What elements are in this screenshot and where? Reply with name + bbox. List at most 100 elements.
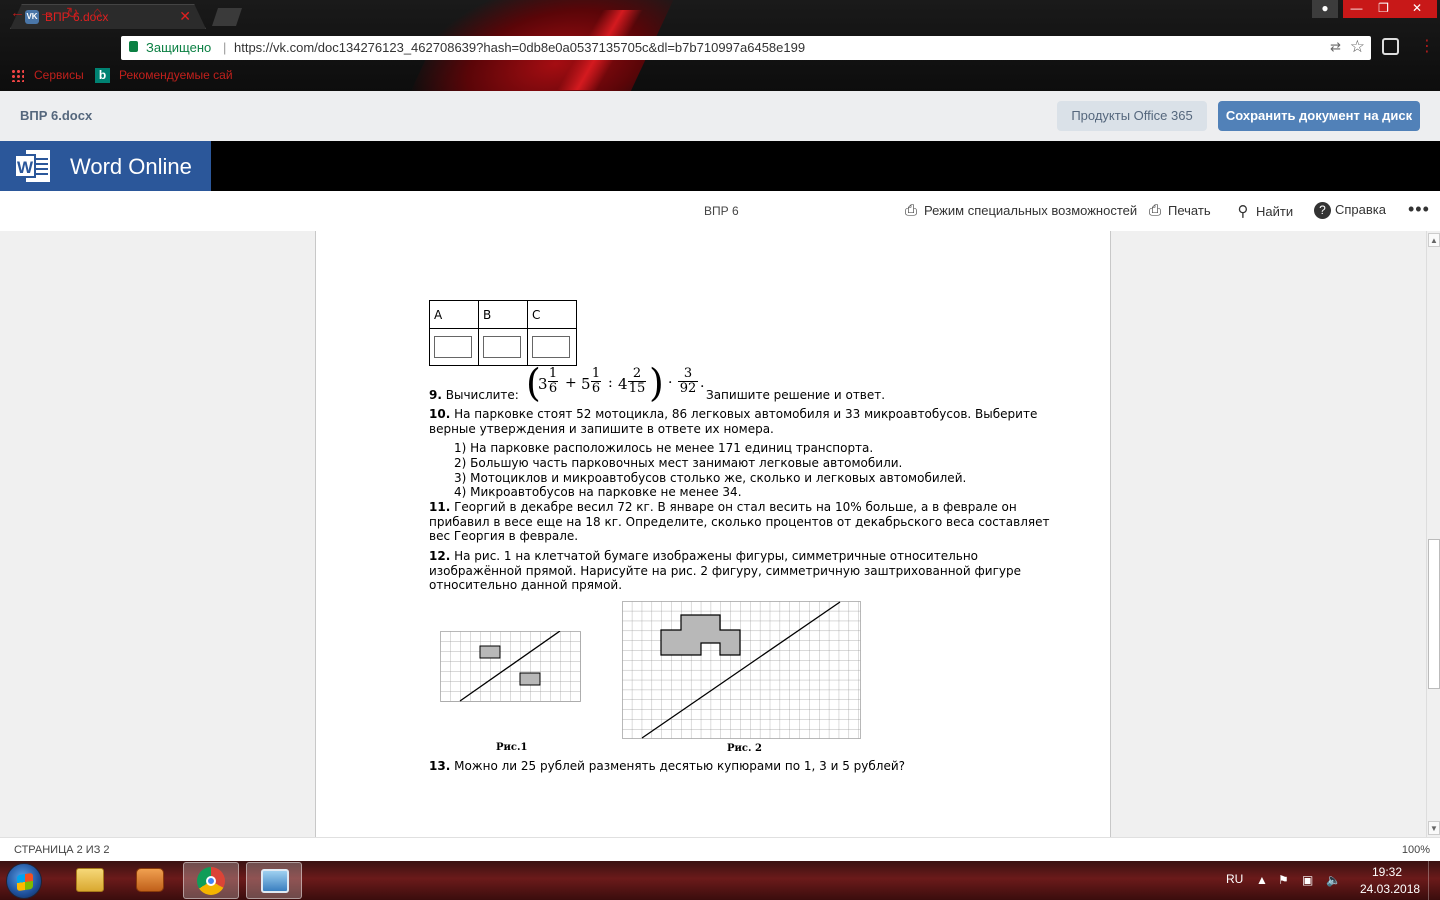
formula-fraction: 16	[591, 366, 601, 396]
app-name: Word Online	[70, 154, 192, 179]
home-icon[interactable]: ⌂	[93, 4, 102, 21]
printer-icon: ⎙	[1148, 202, 1161, 219]
bookmark-star-icon[interactable]: ☆	[1350, 37, 1365, 57]
question-number: 13.	[429, 759, 451, 773]
q10-option: 1) На парковке расположилось не менее 17…	[454, 441, 874, 455]
help-label: Справка	[1335, 202, 1386, 217]
formula-operator: ·	[668, 375, 673, 391]
security-label: Защищено	[146, 40, 212, 55]
bookmarks-bar: Сервисы b Рекомендуемые сай	[0, 64, 1440, 88]
question-number: 9.	[429, 388, 442, 402]
new-tab-button[interactable]	[212, 8, 242, 26]
vk-doc-header: ВПР 6.docx Продукты Office 365 Сохранить…	[0, 91, 1440, 141]
table-header-a: А	[429, 300, 479, 329]
apps-grid-icon[interactable]	[11, 69, 24, 82]
bookmark-recommended[interactable]: Рекомендуемые сай	[119, 68, 233, 82]
print-button[interactable]: ⎙ Печать	[1146, 202, 1211, 219]
formula-fraction: 2 15	[628, 366, 646, 396]
doc-name: ВПР 6.docx	[20, 108, 93, 123]
q11-line2: прибавил в весе еще на 18 кг. Определите…	[429, 515, 1050, 529]
reload-icon[interactable]: ↻	[66, 4, 79, 22]
find-button[interactable]: ⚲ Найти	[1234, 202, 1294, 220]
figure-1-shape-b	[519, 672, 541, 686]
office-365-button[interactable]: Продукты Office 365	[1057, 101, 1207, 131]
network-icon[interactable]: ▣	[1302, 873, 1313, 887]
bing-icon: b	[95, 68, 110, 83]
clock-time[interactable]: 19:32	[1372, 865, 1402, 879]
more-options-icon[interactable]: •••	[1408, 199, 1430, 220]
q11-line1: Георгий в декабре весил 72 кг. В январе …	[454, 500, 1017, 514]
action-center-icon[interactable]: ⚑	[1278, 873, 1289, 887]
show-desktop-button[interactable]	[1428, 861, 1440, 900]
table-header-b: В	[478, 300, 528, 329]
close-icon[interactable]: ✕	[1397, 0, 1437, 18]
language-indicator[interactable]: RU	[1226, 872, 1243, 886]
q11-line3: вес Георгия в феврале.	[429, 529, 579, 543]
tray-expand-icon[interactable]: ▲	[1256, 873, 1268, 887]
question-number: 12.	[429, 549, 451, 563]
formula-whole: 5	[581, 375, 591, 393]
user-icon[interactable]: ●	[1312, 0, 1338, 18]
figure-2-grid	[622, 601, 861, 739]
question-13: 13. Можно ли 25 рублей разменять десятью…	[429, 759, 1054, 774]
browser-chrome: VK ВПР 6.docx ✕ ● — ❐ ✕ ← → ↻ ⌂ Защищено…	[0, 0, 1440, 91]
scroll-up-icon[interactable]: ▲	[1428, 233, 1440, 247]
scroll-down-icon[interactable]: ▼	[1428, 821, 1440, 835]
translate-icon[interactable]: ⇄	[1330, 39, 1341, 55]
document-canvas: А В С 9. Вычислите: ( 3 16 + 5 16 : 4 21…	[0, 231, 1426, 837]
forward-icon[interactable]: →	[39, 4, 54, 21]
q9-suffix: Запишите решение и ответ.	[706, 388, 886, 402]
help-button[interactable]: ? Справка	[1314, 202, 1386, 219]
figure-2-caption: Рис. 2	[727, 743, 762, 754]
q12-line3: относительно данной прямой.	[429, 578, 623, 592]
document-title: ВПР 6	[704, 204, 739, 218]
tab-close-icon[interactable]: ✕	[179, 8, 191, 25]
document-scrollbar[interactable]: ▲ ▼	[1426, 231, 1440, 837]
word-brand[interactable]: W Word Online	[0, 141, 211, 191]
start-button[interactable]	[6, 863, 42, 899]
status-bar: СТРАНИЦА 2 ИЗ 2 100%	[0, 837, 1440, 861]
formula-operator: +	[565, 375, 577, 391]
q12-line2: изображённой прямой. Нарисуйте на рис. 2…	[429, 564, 1021, 578]
question-12: 12. На рис. 1 на клетчатой бумаге изобра…	[429, 549, 1054, 564]
formula-fraction: 16	[548, 366, 558, 396]
question-10: 10. На парковке стоят 52 мотоцикла, 86 л…	[429, 407, 1054, 422]
chrome-icon[interactable]	[183, 862, 239, 899]
accessibility-mode-button[interactable]: ⎙ Режим специальных возможностей	[902, 202, 1137, 219]
image-viewer-icon[interactable]	[246, 862, 302, 899]
media-player-icon[interactable]	[122, 862, 178, 899]
zoom-level[interactable]: 100%	[1402, 844, 1430, 856]
bookmark-services[interactable]: Сервисы	[34, 68, 84, 82]
q10-option: 3) Мотоциклов и микроавтобусов столько ж…	[454, 471, 967, 485]
volume-icon[interactable]: 🔈	[1326, 873, 1341, 887]
clock-date[interactable]: 24.03.2018	[1360, 882, 1420, 896]
paren-close: )	[649, 361, 664, 405]
vk-favicon-icon: VK	[25, 10, 39, 24]
q10-option: 2) Большую часть парковочных мест занима…	[454, 456, 903, 470]
figure-1-shape-a	[479, 645, 501, 659]
answer-box	[483, 336, 521, 358]
help-icon: ?	[1314, 202, 1331, 219]
q12-line1: На рис. 1 на клетчатой бумаге изображены…	[454, 549, 979, 563]
restore-icon[interactable]: ❐	[1370, 0, 1397, 18]
url-text[interactable]: https://vk.com/doc134276123_462708639?ha…	[234, 40, 805, 55]
save-to-disk-button[interactable]: Сохранить документ на диск	[1218, 101, 1420, 131]
formula-whole: 3	[538, 375, 548, 393]
formula-fraction: 3 92	[678, 366, 698, 396]
address-bar[interactable]: Защищено | https://vk.com/doc134276123_4…	[121, 36, 1371, 60]
minimize-icon[interactable]: —	[1343, 0, 1370, 18]
scroll-thumb[interactable]	[1428, 539, 1440, 689]
accessibility-label: Режим специальных возможностей	[924, 203, 1138, 218]
answer-cell-c	[527, 328, 577, 366]
answer-box	[434, 336, 472, 358]
back-icon[interactable]: ←	[10, 4, 25, 21]
word-logo-icon: W	[14, 150, 50, 182]
formula-end: .	[700, 375, 705, 391]
formula-whole: 4	[618, 375, 628, 393]
document-page: А В С 9. Вычислите: ( 3 16 + 5 16 : 4 21…	[315, 231, 1111, 837]
explorer-icon[interactable]	[62, 862, 118, 899]
word-online-bar: W Word Online	[0, 141, 1440, 191]
chrome-menu-icon[interactable]: ⋮	[1419, 36, 1435, 56]
question-number: 11.	[429, 500, 451, 514]
extension-icon[interactable]	[1382, 38, 1399, 55]
